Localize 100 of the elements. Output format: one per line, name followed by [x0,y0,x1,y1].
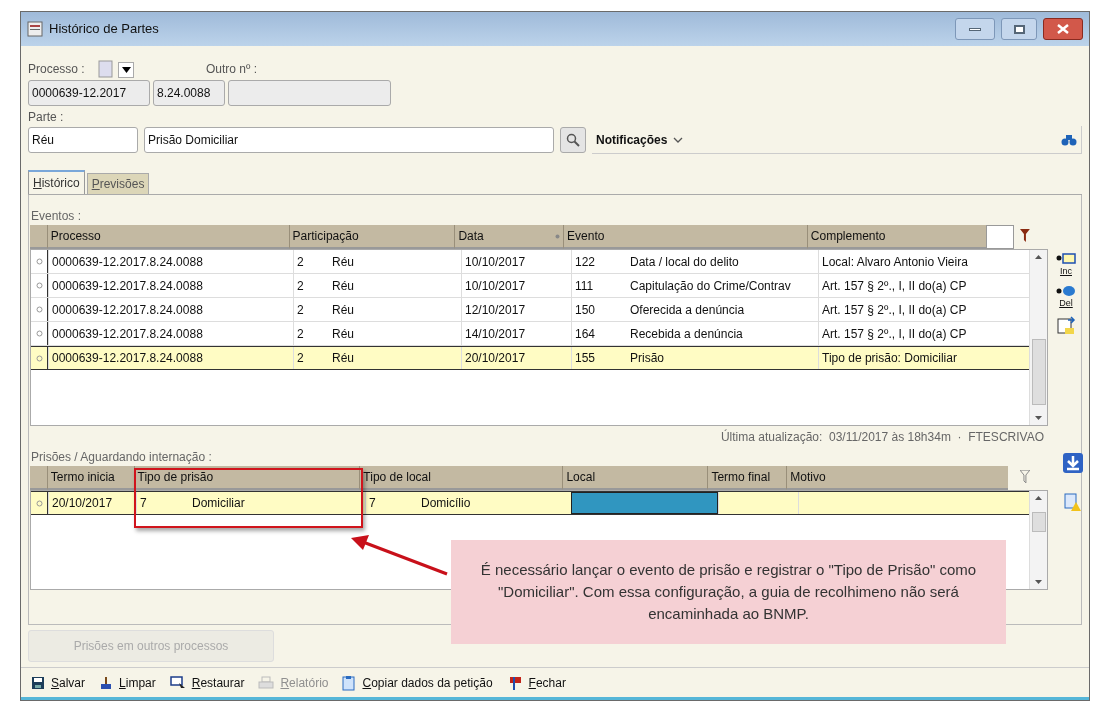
table-header-corner [30,225,47,250]
party-type-field[interactable]: Réu [28,127,138,154]
table-cell: 0000639-12.2017.8.24.0088 [48,322,293,346]
table-row[interactable]: 20/10/2017 7 Domiciliar 7 Domicílio [31,491,1029,516]
table-cell-text: 164 [574,325,597,343]
section-label: Eventos : [31,208,82,226]
table-cell-text: Domicílio [420,495,472,513]
window-icon [27,21,43,38]
table-cell-text: 2 [296,325,305,343]
table-cell-text: 155 [574,350,597,368]
window-cursor-icon [169,675,186,690]
scrollbar[interactable] [1029,250,1047,426]
filter-icon[interactable] [1020,229,1030,244]
table-cell-text: 2 [296,301,305,319]
sort-icon [555,233,561,239]
table-cell: 14/10/2017 [461,322,571,346]
field-label: Processo : [28,61,86,79]
scrollbar[interactable] [1029,491,1047,590]
header-filter-cell[interactable] [986,225,1015,250]
search-icon [566,133,580,148]
table-cell-text: Data / local do delito [629,253,740,271]
notifications-label[interactable]: Notificações [596,130,668,149]
column-header[interactable]: Processo [46,225,289,250]
process-origin-field[interactable]: 8.24.0088 [153,80,225,107]
table-row[interactable]: 0000639-12.2017.8.24.0088 2 Réu 10/10/2017 122 Data / local do delito Local: Alvaro Antonio Vieira [31,250,1029,275]
row-marker-icon [35,306,43,314]
table-cell: 20/10/2017 [461,347,571,370]
table-cell-text: Réu [331,301,355,319]
table-cell: 10/10/2017 [461,250,571,274]
tab[interactable]: Previsões [86,173,150,195]
scroll-down-icon[interactable] [1035,580,1042,585]
tab[interactable]: Histórico [28,170,85,195]
brush-icon [99,675,114,690]
table-cell: Local: Alvaro Antonio Vieira [818,250,1000,274]
delete-link[interactable]: Del [1059,296,1073,311]
column-header[interactable]: Participação [288,225,455,250]
table-row[interactable]: 0000639-12.2017.8.24.0088 2 Réu 14/10/2017 164 Recebida a denúncia Art. 157 § 2º., I, II do(a) CP [31,322,1029,347]
table-cell-text: Prisão [629,350,665,368]
table-cell: Tipo de prisão: Domiciliar [818,347,1000,370]
document-arrow-icon[interactable] [1056,316,1076,337]
scrollbar-thumb[interactable] [1031,339,1046,406]
table-cell: Art. 157 § 2º., I, II do(a) CP [818,274,1000,298]
table-cell-text: 122 [574,253,597,271]
caret-icon [121,67,131,74]
column-header[interactable]: Termo inicia [46,466,134,491]
dropdown-button[interactable] [118,62,134,79]
column-header[interactable]: Local [562,466,708,491]
table-cell: 0000639-12.2017.8.24.0088 [48,298,293,322]
toolbar-button[interactable]: Copiar dados da petição [342,673,493,692]
scroll-up-icon[interactable] [1035,255,1042,260]
column-header[interactable]: Evento [563,225,807,250]
annotation-callout: É necessário lançar o evento de prisão e registrar o "Tipo de Prisão" como "Domiciliar". Com essa configuração, a guia de recolhimeno não será encaminhada ao BNMP. [451,540,1006,644]
table-cell-text: Oferecida a denúncia [629,301,746,319]
column-header[interactable]: Motivo [786,466,1009,491]
delete-icon[interactable] [1056,284,1076,297]
table-row[interactable]: 0000639-12.2017.8.24.0088 2 Réu 20/10/2017 155 Prisão Tipo de prisão: Domiciliar [31,346,1029,371]
maximize-button[interactable] [1001,18,1037,41]
table-cell-text: Réu [331,350,355,368]
insert-link[interactable]: Inc [1060,265,1072,279]
toolbar-button[interactable]: Restaurar [169,673,245,692]
toolbar-button[interactable]: Salvar [31,673,86,692]
scroll-up-icon[interactable] [1035,496,1042,501]
row-marker-icon [35,258,43,266]
column-header[interactable]: Tipo de local [359,466,563,491]
minimize-button[interactable] [955,18,995,41]
table-cell-text: 111 [574,277,595,295]
table-cell-text: Domiciliar [191,495,246,513]
party-name-field[interactable]: Prisão Domiciliar [144,127,554,154]
toolbar-button[interactable]: Limpar [99,673,156,692]
printer-icon [258,675,275,690]
table-cell-text: 7 [368,495,377,513]
table-header-corner [30,466,47,491]
process-number-field[interactable]: 0000639-12.2017 [28,80,150,107]
field-label: Parte : [28,110,65,125]
search-button[interactable] [560,127,586,154]
table-cell: 0000639-12.2017.8.24.0088 [48,250,293,274]
row-marker-icon [35,330,43,338]
chevron-down-icon[interactable] [673,136,684,143]
scroll-down-icon[interactable] [1035,416,1042,421]
download-icon[interactable] [1062,452,1084,475]
column-header[interactable]: Data [454,225,564,250]
close-button[interactable] [1043,18,1083,41]
toolbar-button[interactable]: Fechar [506,673,566,692]
table-cell-text: Capitulação do Crime/Contrav [629,277,792,295]
row-marker-icon [35,282,43,290]
table-cell-text: 2 [296,253,305,271]
column-header[interactable]: Complemento [806,225,987,250]
binoculars-icon[interactable] [1061,133,1077,146]
other-number-field[interactable] [228,80,391,107]
table-row[interactable]: 0000639-12.2017.8.24.0088 2 Réu 12/10/2017 150 Oferecida a denúncia Art. 157 § 2º., I, II do(a) CP [31,298,1029,323]
insert-icon[interactable] [1056,253,1076,266]
scrollbar-thumb[interactable] [1031,512,1046,533]
table-cell-text: 150 [574,301,597,319]
table-cell-text: Réu [331,277,355,295]
field-label: Outro nº : [206,61,258,79]
column-header[interactable]: Tipo de prisão [133,466,360,491]
table-cell-text: Réu [331,253,355,271]
table-row[interactable]: 0000639-12.2017.8.24.0088 2 Réu 10/10/2017 111 Capitulação do Crime/Contrav Art. 157 § 2º., I, II do(a) CP [31,274,1029,299]
column-header[interactable]: Termo final [707,466,787,491]
table-cell: 10/10/2017 [461,274,571,298]
